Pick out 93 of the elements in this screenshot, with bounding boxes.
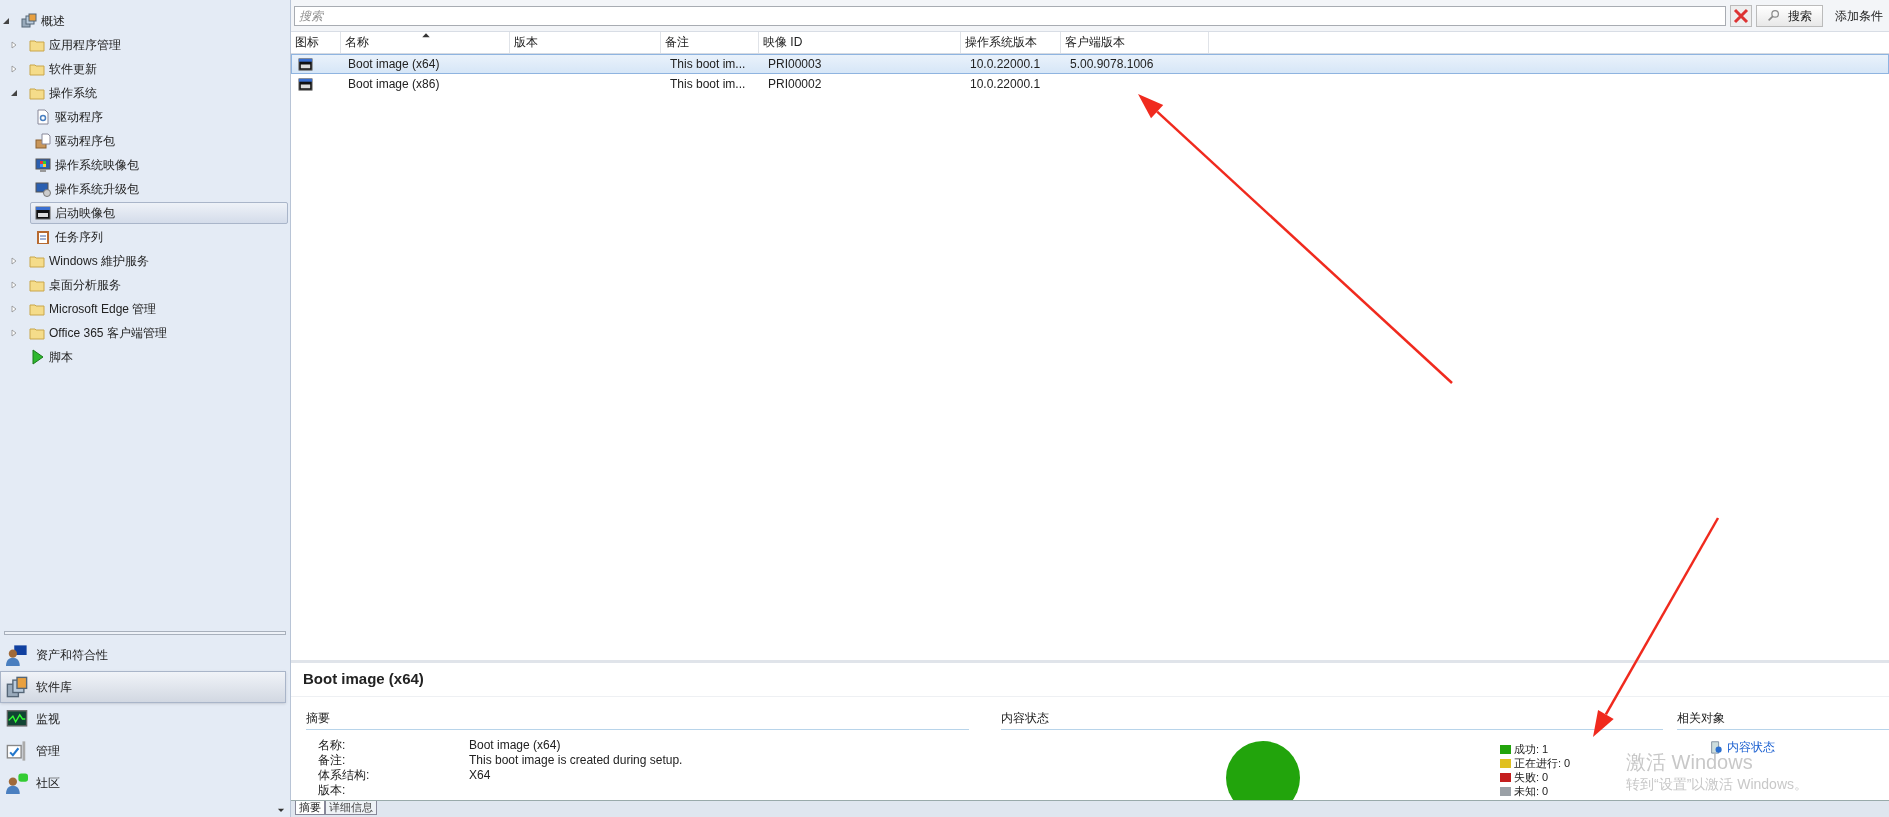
table-row[interactable]: Boot image (x64) This boot im... PRI00003 10.0.22000.1 5.00.9078.1006 — [291, 54, 1889, 74]
legend-label: 未知: 0 — [1514, 784, 1549, 798]
expand-arrow-icon[interactable] — [10, 305, 18, 313]
legend-label: 正在进行: 0 — [1514, 756, 1571, 770]
tree-item[interactable]: Microsoft Edge 管理 — [24, 298, 166, 320]
field-value: X64 — [469, 768, 491, 783]
legend-label: 成功: 1 — [1514, 742, 1549, 756]
table-cell-text: This boot im... — [669, 56, 747, 73]
console-icon — [298, 56, 313, 72]
monitor-icon — [35, 157, 51, 173]
monitor-graph-icon — [6, 708, 28, 730]
section-heading: 相关对象 — [1677, 709, 1889, 730]
tab[interactable]: 摘要 — [295, 801, 325, 815]
expand-arrow-icon[interactable] — [10, 257, 18, 265]
user-computer-icon — [6, 644, 28, 666]
users-chat-icon — [6, 772, 28, 794]
column-header[interactable]: 图标 — [291, 32, 341, 53]
field-label: 版本: — [318, 783, 347, 798]
close-icon — [1733, 7, 1749, 24]
table-cell-text: PRI00003 — [767, 56, 823, 73]
tree-item[interactable]: 软件更新 — [24, 58, 106, 80]
package-icon — [35, 133, 51, 149]
console-icon — [35, 205, 51, 221]
column-header[interactable]: 名称 — [341, 32, 510, 53]
tree-item[interactable]: 启动映像包 — [30, 202, 288, 224]
clear-button[interactable] — [1730, 4, 1752, 27]
tree-item[interactable]: 脚本 — [24, 346, 82, 368]
field-label: 备注: — [318, 753, 347, 768]
folder-icon — [29, 61, 45, 77]
column-header[interactable]: 客户端版本 — [1061, 32, 1209, 53]
folder-icon — [29, 325, 45, 341]
checklist-tools-icon — [6, 740, 28, 762]
document-gear-icon — [35, 109, 51, 125]
table-cell-text: PRI00002 — [767, 76, 823, 93]
table-cell-text: Boot image (x64) — [347, 56, 441, 73]
table-cell-text: 10.0.22000.1 — [969, 56, 1042, 73]
legend-label: 失败: 0 — [1514, 770, 1549, 784]
collapse-arrow-icon[interactable] — [10, 89, 18, 97]
table-cell-text: 10.0.22000.1 — [969, 76, 1042, 93]
play-icon — [29, 349, 45, 365]
tree-item[interactable]: 操作系统升级包 — [30, 178, 148, 200]
splitter-handle[interactable] — [4, 631, 286, 635]
tree-item[interactable]: 桌面分析服务 — [24, 274, 130, 296]
tab[interactable]: 详细信息 — [325, 801, 377, 815]
document-info-icon — [1709, 740, 1723, 754]
monitor-disc-icon — [35, 181, 51, 197]
tree-item[interactable]: 应用程序管理 — [24, 34, 130, 56]
tree-item[interactable]: 任务序列 — [30, 226, 112, 248]
stacked-windows-icon — [6, 676, 28, 698]
table-row[interactable]: Boot image (x86) This boot im... PRI00002 10.0.22000.1 — [291, 74, 1889, 94]
folder-icon — [29, 301, 45, 317]
table-cell-text: 5.00.9078.1006 — [1069, 56, 1155, 73]
tree-item[interactable]: 概述 — [16, 10, 74, 32]
tree-item[interactable]: Office 365 客户端管理 — [24, 322, 176, 344]
workspace-button[interactable]: 管理 — [0, 735, 286, 767]
related-link[interactable]: 内容状态 — [1727, 738, 1775, 756]
search-field[interactable]: 搜索 — [294, 5, 1726, 26]
workspace-button[interactable]: 软件库 — [0, 671, 286, 703]
tree-item[interactable]: 驱动程序包 — [30, 130, 124, 152]
search-button[interactable]: 搜索 — [1756, 4, 1823, 27]
field-label: 体系结构: — [318, 768, 371, 783]
folder-icon — [29, 85, 45, 101]
column-header[interactable]: 备注 — [661, 32, 759, 53]
column-header[interactable]: 操作系统版本 — [961, 32, 1061, 53]
expand-arrow-icon[interactable] — [10, 65, 18, 73]
section-heading: 摘要 — [306, 709, 969, 730]
field-label: 名称: — [318, 738, 347, 753]
folder-icon — [29, 37, 45, 53]
search-icon — [1767, 9, 1780, 22]
expand-arrow-icon[interactable] — [10, 41, 18, 49]
clipboard-icon — [35, 229, 51, 245]
expand-arrow-icon[interactable] — [10, 329, 18, 337]
workspace-button[interactable]: 监视 — [0, 703, 286, 735]
field-value: This boot image is created during setup. — [469, 753, 683, 768]
column-header[interactable]: 版本 — [510, 32, 661, 53]
details-title: Boot image (x64) — [291, 663, 1889, 697]
tree-item[interactable]: 驱动程序 — [30, 106, 112, 128]
workspace-button[interactable]: 资产和符合性 — [0, 639, 286, 671]
table-cell-text: Boot image (x86) — [347, 76, 441, 93]
field-value: Boot image (x64) — [469, 738, 561, 753]
folder-icon — [29, 253, 45, 269]
tree-item[interactable]: 操作系统 — [24, 82, 106, 104]
add-criteria-link[interactable]: 添加条件 — [1835, 6, 1883, 25]
collapse-arrow-icon[interactable] — [2, 17, 10, 25]
folder-icon — [29, 277, 45, 293]
console-icon — [298, 76, 313, 92]
tree-item[interactable]: 操作系统映像包 — [30, 154, 148, 176]
workspace-button[interactable]: 社区 — [0, 767, 286, 799]
stacked-windows-icon — [21, 13, 37, 29]
table-cell-text: This boot im... — [669, 76, 747, 93]
expand-arrow-icon[interactable] — [10, 281, 18, 289]
column-header[interactable]: 映像 ID — [759, 32, 961, 53]
tree-item[interactable]: Windows 維护服务 — [24, 250, 158, 272]
